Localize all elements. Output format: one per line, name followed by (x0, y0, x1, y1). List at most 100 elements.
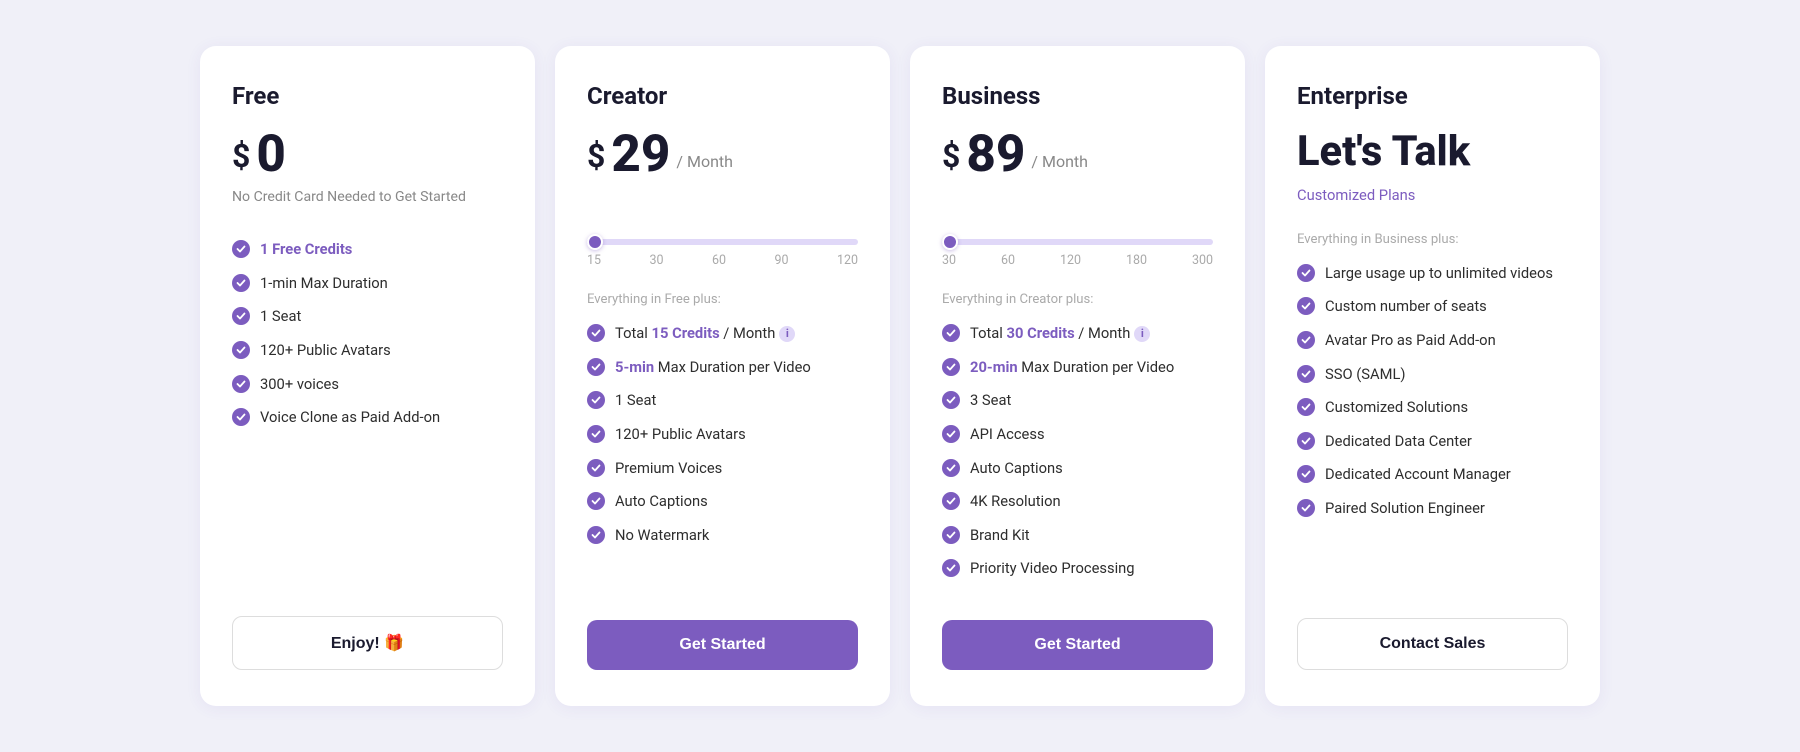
price-period: / Month (676, 152, 733, 171)
feature-item: SSO (SAML) (1297, 364, 1568, 385)
cta-button-business[interactable]: Get Started (942, 620, 1213, 670)
feature-highlight: 5-min (615, 358, 654, 376)
feature-text: Premium Voices (615, 458, 722, 479)
feature-item: Brand Kit (942, 525, 1213, 546)
feature-text: 4K Resolution (970, 491, 1061, 512)
feature-text: 300+ voices (260, 374, 339, 395)
plan-name-enterprise: Enterprise (1297, 82, 1568, 110)
feature-text: 3 Seat (970, 390, 1011, 411)
feature-text: Avatar Pro as Paid Add-on (1325, 330, 1496, 351)
pricing-container: Free$0No Credit Card Needed to Get Start… (200, 46, 1600, 706)
feature-item: 5-min Max Duration per Video (587, 357, 858, 378)
check-icon (942, 391, 960, 409)
features-list-creator: Total 15 Credits / Monthi5-min Max Durat… (587, 323, 858, 592)
price-amount: 89 (966, 128, 1025, 179)
plan-name-creator: Creator (587, 82, 858, 110)
check-icon (1297, 432, 1315, 450)
check-icon (942, 492, 960, 510)
feature-text: 120+ Public Avatars (615, 424, 746, 445)
feature-text: 5-min Max Duration per Video (615, 357, 811, 378)
section-label-enterprise: Everything in Business plus: (1297, 232, 1568, 247)
slider-label: 90 (774, 253, 788, 268)
feature-item: 3 Seat (942, 390, 1213, 411)
check-icon (1297, 499, 1315, 517)
feature-item: No Watermark (587, 525, 858, 546)
slider-label: 60 (1001, 253, 1015, 268)
slider-label: 120 (837, 253, 858, 268)
check-icon (587, 324, 605, 342)
check-icon (1297, 331, 1315, 349)
feature-item: 20-min Max Duration per Video (942, 357, 1213, 378)
info-icon[interactable]: i (1134, 326, 1150, 342)
price-note-free: No Credit Card Needed to Get Started (232, 189, 503, 211)
customized-plans-label: Customized Plans (1297, 186, 1568, 204)
feature-text: 120+ Public Avatars (260, 340, 391, 361)
slider-thumb[interactable] (587, 234, 603, 250)
check-icon (1297, 264, 1315, 282)
check-icon (232, 408, 250, 426)
feature-item: Voice Clone as Paid Add-on (232, 407, 503, 428)
feature-item: Paired Solution Engineer (1297, 498, 1568, 519)
feature-text: 20-min Max Duration per Video (970, 357, 1174, 378)
feature-text: Auto Captions (615, 491, 708, 512)
feature-item: Auto Captions (587, 491, 858, 512)
feature-item: Dedicated Data Center (1297, 431, 1568, 452)
feature-item: Total 30 Credits / Monthi (942, 323, 1213, 344)
section-label-creator: Everything in Free plus: (587, 292, 858, 307)
check-icon (587, 459, 605, 477)
slider-business[interactable]: 3060120180300 (942, 239, 1213, 268)
price-note-business (942, 189, 1213, 211)
check-icon (1297, 297, 1315, 315)
slider-labels: 3060120180300 (942, 253, 1213, 268)
feature-text: Brand Kit (970, 525, 1030, 546)
price-note-creator (587, 189, 858, 211)
lets-talk-heading: Let's Talk (1297, 128, 1568, 176)
feature-text: No Watermark (615, 525, 709, 546)
section-label-business: Everything in Creator plus: (942, 292, 1213, 307)
price-amount: 29 (611, 128, 670, 179)
info-icon[interactable]: i (779, 326, 795, 342)
price-row-creator: $29/ Month (587, 128, 858, 179)
slider-label: 180 (1126, 253, 1147, 268)
check-icon (232, 307, 250, 325)
check-icon (232, 341, 250, 359)
slider-thumb[interactable] (942, 234, 958, 250)
feature-text: Custom number of seats (1325, 296, 1487, 317)
check-icon (942, 324, 960, 342)
feature-text: Voice Clone as Paid Add-on (260, 407, 440, 428)
feature-item: Priority Video Processing (942, 558, 1213, 579)
check-icon (942, 425, 960, 443)
slider-track (587, 239, 858, 245)
feature-text: Total 30 Credits / Monthi (970, 323, 1150, 344)
feature-text: 1 Seat (615, 390, 656, 411)
feature-text: API Access (970, 424, 1045, 445)
check-icon (587, 358, 605, 376)
cta-button-creator[interactable]: Get Started (587, 620, 858, 670)
feature-item: 4K Resolution (942, 491, 1213, 512)
cta-button-free[interactable]: Enjoy! 🎁 (232, 616, 503, 670)
feature-item: Custom number of seats (1297, 296, 1568, 317)
slider-label: 30 (942, 253, 956, 268)
feature-item: Auto Captions (942, 458, 1213, 479)
slider-label: 30 (649, 253, 663, 268)
slider-track (942, 239, 1213, 245)
feature-item: Customized Solutions (1297, 397, 1568, 418)
feature-text: Customized Solutions (1325, 397, 1468, 418)
price-row-free: $0 (232, 128, 503, 179)
check-icon (1297, 398, 1315, 416)
check-icon (587, 492, 605, 510)
feature-text: 1-min Max Duration (260, 273, 388, 294)
price-dollar-sign: $ (232, 134, 250, 179)
feature-text: Dedicated Data Center (1325, 431, 1472, 452)
slider-creator[interactable]: 15306090120 (587, 239, 858, 268)
check-icon (587, 526, 605, 544)
feature-highlight: 15 Credits (652, 324, 720, 342)
feature-text: Dedicated Account Manager (1325, 464, 1511, 485)
cta-button-enterprise[interactable]: Contact Sales (1297, 618, 1568, 670)
feature-item: 1 Seat (232, 306, 503, 327)
feature-item: API Access (942, 424, 1213, 445)
price-amount: 0 (256, 128, 286, 179)
slider-label: 60 (712, 253, 726, 268)
feature-item: 300+ voices (232, 374, 503, 395)
slider-label: 300 (1192, 253, 1213, 268)
